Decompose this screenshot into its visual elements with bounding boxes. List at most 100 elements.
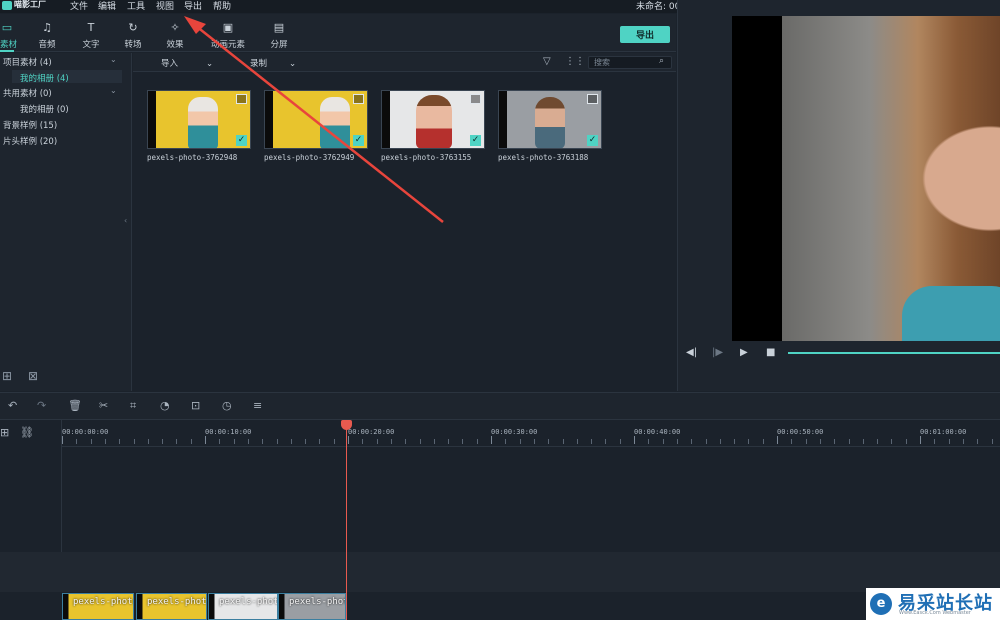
ruler-tick	[234, 439, 235, 444]
ruler-tick	[849, 439, 850, 444]
music-note-icon: ♫	[42, 21, 52, 34]
media-thumbnail: ✓	[381, 90, 485, 149]
ruler-tick	[76, 439, 77, 444]
effect-icon: ✧	[170, 21, 180, 34]
clip-label: pexels-photo-3763188	[289, 597, 345, 607]
tab-media[interactable]: ▭ 素材	[0, 14, 17, 52]
add-track-icon[interactable]: ⊞	[0, 426, 9, 439]
folder-icon: ▭	[1, 21, 13, 34]
menu-help[interactable]: 帮助	[213, 0, 231, 12]
ruler-tick	[706, 439, 707, 444]
new-folder-icon[interactable]: ⊞	[2, 369, 12, 383]
ruler-tick	[262, 439, 263, 444]
sidebar-item-my-album-shared[interactable]: 我的相册 (0)	[20, 103, 69, 115]
logo-icon	[2, 1, 12, 10]
play-icon[interactable]: ▶	[740, 347, 748, 358]
clock-icon[interactable]: ◷	[222, 399, 232, 412]
watermark: e 易采站长站 Www.Easck.Com Webmaster	[866, 588, 1000, 620]
timeline-ruler[interactable]: 00:00:00:00 00:00:10:00 00:00:20:00 00:0…	[62, 420, 1000, 447]
record-dropdown[interactable]: 录制 ⌄	[250, 57, 296, 69]
sidebar-item-my-album[interactable]: 我的相册 (4)	[20, 72, 69, 84]
ruler-tick	[119, 439, 120, 444]
timeline-clip[interactable]: pexels-photo-3762949	[136, 593, 207, 620]
filter-icon[interactable]: ▽	[543, 56, 551, 67]
media-item[interactable]: ✓ pexels-photo-3763188	[498, 90, 602, 162]
next-frame-icon[interactable]: |▶	[712, 347, 723, 358]
undo-icon[interactable]: ↶	[8, 399, 17, 412]
chevron-down-icon[interactable]: ⌄	[110, 55, 117, 64]
tab-label: 音频	[38, 40, 56, 50]
media-item[interactable]: ✓ pexels-photo-3762948	[147, 90, 251, 162]
sidebar-item-intro-samples[interactable]: 片头样例 (20)	[3, 135, 57, 147]
ruler-tick	[763, 439, 764, 444]
sidebar-item-background-samples[interactable]: 背景样例 (15)	[3, 119, 57, 131]
ruler-tick	[277, 439, 278, 444]
delete-icon[interactable]: 🗑	[68, 399, 82, 412]
clip-label: pexels-photo-3762948	[73, 597, 133, 607]
collapse-sidebar-handle[interactable]: ‹	[124, 216, 127, 225]
image-type-icon	[353, 94, 364, 104]
tab-transition[interactable]: ↻ 转场	[118, 14, 148, 52]
chevron-down-icon[interactable]: ⌄	[110, 86, 117, 95]
media-item[interactable]: ✓ pexels-photo-3762949	[264, 90, 368, 162]
ruler-tick	[648, 439, 649, 444]
cut-icon[interactable]: ✂	[99, 399, 108, 412]
import-dropdown[interactable]: 导入 ⌄	[161, 57, 213, 69]
ruler-tick	[176, 439, 177, 444]
grid-view-icon[interactable]: ⋮⋮	[565, 56, 585, 67]
sidebar-item-project-media[interactable]: 项目素材 (4)	[3, 56, 52, 68]
check-icon: ✓	[353, 135, 364, 146]
text-icon: T	[87, 21, 95, 34]
check-icon: ✓	[470, 135, 481, 146]
timeline-clip[interactable]: pexels-photo-3763188	[278, 593, 346, 620]
media-sidebar: 项目素材 (4) ⌄ 我的相册 (4) 共用素材 (0) ⌄ 我的相册 (0) …	[0, 53, 132, 391]
tab-label: 文字	[82, 40, 100, 50]
search-icon[interactable]: ⌕	[659, 56, 664, 66]
timeline-clip[interactable]: pexels-photo-3762948	[62, 593, 134, 620]
tab-split-screen[interactable]: ▤ 分屏	[264, 14, 294, 52]
timecode: 00:00:30:00	[491, 428, 538, 436]
media-thumbnail: ✓	[498, 90, 602, 149]
image-type-icon	[587, 94, 598, 104]
adjust-icon[interactable]: ≡	[253, 399, 262, 412]
record-label: 录制	[250, 59, 268, 69]
previous-frame-icon[interactable]: ◀|	[686, 347, 697, 358]
menu-export[interactable]: 导出	[184, 0, 202, 12]
export-button[interactable]: 导出	[620, 26, 670, 43]
ruler-tick	[520, 439, 521, 444]
menu-edit[interactable]: 编辑	[98, 0, 116, 12]
ruler-tick	[148, 439, 149, 444]
playhead-line	[346, 424, 347, 620]
ruler-tick	[691, 439, 692, 444]
media-name: pexels-photo-3763188	[498, 153, 589, 162]
timeline-clip[interactable]: pexels-photo-3763155	[208, 593, 278, 620]
timecode: 00:01:00:00	[920, 428, 967, 436]
ruler-tick	[134, 439, 135, 444]
color-icon[interactable]: ◔	[160, 399, 170, 412]
tab-effects[interactable]: ✧ 效果	[160, 14, 190, 52]
menu-tools[interactable]: 工具	[127, 0, 145, 12]
delete-folder-icon[interactable]: ⊠	[28, 369, 38, 383]
clip-label: pexels-photo-3762949	[147, 597, 207, 607]
menu-file[interactable]: 文件	[70, 0, 88, 12]
photo-subject	[535, 97, 565, 148]
stop-icon[interactable]: ■	[766, 347, 775, 358]
mosaic-icon[interactable]: ⊡	[191, 399, 200, 412]
sidebar-item-shared-media[interactable]: 共用素材 (0)	[3, 87, 52, 99]
tab-elements[interactable]: ▣ 动画元素	[206, 14, 250, 52]
ruler-tick	[334, 439, 335, 444]
ruler-tick	[534, 439, 535, 444]
tab-audio[interactable]: ♫ 音频	[32, 14, 62, 52]
ruler-tick	[877, 439, 878, 444]
media-item[interactable]: ✓ pexels-photo-3763155	[381, 90, 485, 162]
ruler-tick	[462, 439, 463, 444]
preview-progress-bar[interactable]	[788, 352, 1000, 354]
timeline-track-empty[interactable]	[0, 552, 1000, 592]
redo-icon[interactable]: ↷	[37, 399, 46, 412]
tab-text[interactable]: T 文字	[76, 14, 106, 52]
ruler-tick	[191, 439, 192, 444]
link-icon[interactable]: ⛓	[20, 426, 34, 439]
timeline-track-empty[interactable]	[62, 448, 1000, 552]
crop-icon[interactable]: ⌗	[130, 399, 136, 413]
menu-view[interactable]: 视图	[156, 0, 174, 12]
